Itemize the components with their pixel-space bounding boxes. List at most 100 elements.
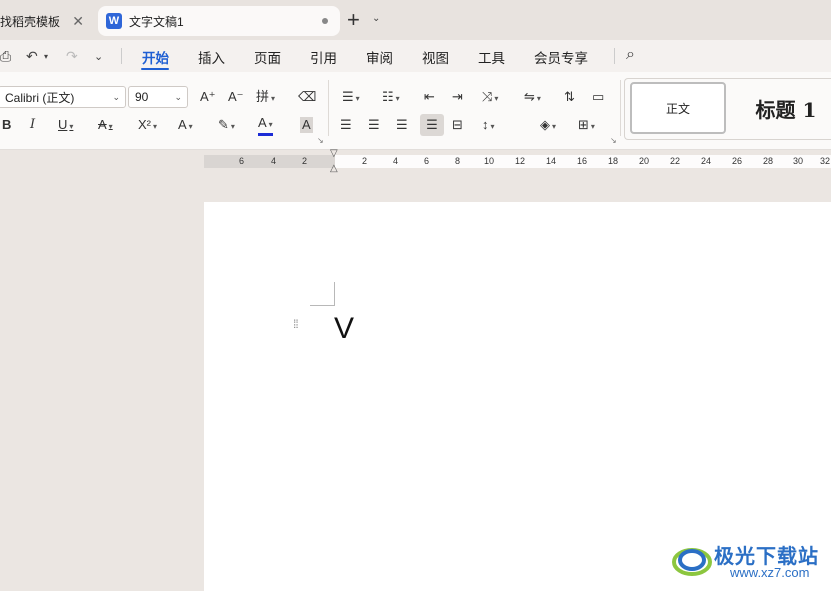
unsaved-dot-icon[interactable]: [322, 18, 328, 24]
ruler-number: 20: [639, 156, 650, 166]
text-effect-button[interactable]: A ▾: [178, 117, 193, 135]
menu-view[interactable]: 视图: [422, 47, 449, 67]
ribbon: Calibri (正文) ⌄ 90 ⌄ A⁺ A⁻ 拼 ▾ ⌫ B I U ▾ A ▾…: [0, 72, 831, 150]
tab-bar: 找稻壳模板 ✕ W 文字文稿1 + ⌄: [0, 0, 831, 40]
ruler-number: 32: [820, 156, 831, 166]
hanging-indent-marker-icon[interactable]: △: [330, 163, 338, 174]
document-text[interactable]: V: [334, 312, 354, 346]
superscript-label: X²: [138, 117, 151, 132]
menu-member[interactable]: 会员专享: [534, 47, 588, 67]
line-spacing-icon[interactable]: ↕ ▾: [482, 117, 495, 135]
highlight-icon[interactable]: ✎ ▾: [218, 117, 235, 135]
menu-bar: ⎙ ↶ ▾ ↷ ⌄ 开始 插入 页面 引用 审阅 视图 工具 会员专享 ⌕: [0, 40, 831, 72]
phonetic-guide-button[interactable]: 拼 ▾: [256, 89, 275, 107]
ruler-number: 6: [239, 156, 245, 166]
strikethrough-button[interactable]: A ▾: [98, 117, 113, 135]
undo-dropdown-icon[interactable]: ▾: [44, 52, 48, 61]
phonetic-label: 拼: [256, 89, 270, 104]
tab-document-label: 文字文稿1: [129, 14, 184, 29]
document-page[interactable]: [204, 202, 831, 591]
horizontal-ruler[interactable]: 6 4 2 2 4 6 8 10 12 14 16 18 20 22 24 26…: [204, 155, 831, 168]
distributed-align-icon[interactable]: ⊟: [452, 117, 463, 133]
margin-corner-mark: [334, 282, 335, 306]
chevron-down-icon[interactable]: ⌄: [174, 92, 182, 103]
italic-button[interactable]: I: [30, 117, 35, 133]
word-icon: W: [106, 13, 122, 29]
show-marks-icon[interactable]: ▭: [592, 89, 604, 105]
increase-indent-icon[interactable]: ⇥: [452, 89, 463, 105]
sort-icon[interactable]: ⇅: [564, 89, 575, 105]
font-name-combo[interactable]: Calibri (正文) ⌄: [0, 86, 126, 108]
ruler-number: 10: [484, 156, 495, 166]
borders-icon[interactable]: ⊞ ▾: [578, 117, 595, 135]
strike-label: A: [98, 117, 107, 132]
shading-bucket-icon[interactable]: ◈ ▾: [540, 117, 556, 135]
menu-separator: [614, 48, 615, 64]
style-normal[interactable]: 正文: [630, 82, 726, 134]
decrease-indent-icon[interactable]: ⇤: [424, 89, 435, 105]
new-tab-plus-icon[interactable]: +: [347, 8, 360, 32]
grow-font-button[interactable]: A⁺: [200, 89, 216, 105]
tab-document[interactable]: W 文字文稿1: [98, 6, 340, 36]
chevron-down-icon[interactable]: ⌄: [112, 92, 120, 103]
chevron-down-icon[interactable]: ⌄: [372, 13, 380, 24]
ruler-number: 2: [302, 156, 308, 166]
close-icon[interactable]: ✕: [72, 13, 84, 30]
ruler-number: 28: [763, 156, 774, 166]
text-effect-label: A: [178, 117, 187, 132]
menu-home[interactable]: 开始: [142, 47, 169, 67]
bullet-list-icon[interactable]: ☰ ▾: [342, 89, 360, 107]
ruler-number: 4: [271, 156, 277, 166]
menu-references[interactable]: 引用: [310, 47, 337, 67]
search-icon[interactable]: ⌕: [626, 46, 635, 64]
align-center-icon[interactable]: ☰: [368, 117, 380, 133]
style-heading1[interactable]: 标题 1: [736, 82, 831, 134]
ruler-number: 8: [455, 156, 461, 166]
chinese-layout-icon[interactable]: ⇋ ▾: [524, 89, 541, 107]
underline-label: U: [58, 117, 68, 132]
watermark-logo-icon: [672, 548, 712, 576]
print-preview-icon[interactable]: ⎙: [0, 48, 11, 65]
menu-page[interactable]: 页面: [254, 47, 281, 67]
font-color-label: A: [258, 115, 267, 130]
menu-insert[interactable]: 插入: [198, 47, 225, 67]
menu-review[interactable]: 审阅: [366, 47, 393, 67]
paragraph-dialog-launcher-icon[interactable]: ↘: [610, 136, 617, 145]
menu-tools[interactable]: 工具: [478, 47, 505, 67]
ruler-margin: [204, 155, 335, 168]
ruler-number: 26: [732, 156, 743, 166]
justify-icon[interactable]: ☰: [420, 114, 444, 136]
watermark-url: www.xz7.com: [730, 565, 810, 580]
undo-icon[interactable]: ↶: [26, 48, 38, 65]
font-size-value: 90: [135, 90, 149, 104]
tab-template-label: 找稻壳模板: [0, 14, 61, 29]
paragraph-drag-handle-icon[interactable]: ⁞⁞: [293, 318, 299, 330]
ruler-number: 14: [546, 156, 557, 166]
ruler-number: 16: [577, 156, 588, 166]
customize-chevron-icon[interactable]: ⌄: [94, 50, 103, 63]
ruler-number: 22: [670, 156, 681, 166]
tab-template[interactable]: 找稻壳模板 ✕: [0, 6, 94, 36]
group-separator: [620, 80, 621, 136]
underline-button[interactable]: U ▾: [58, 117, 73, 135]
font-color-button[interactable]: A ▾: [258, 115, 273, 136]
menu-separator: [121, 48, 122, 64]
shrink-font-button[interactable]: A⁻: [228, 89, 244, 105]
clear-format-eraser-icon[interactable]: ⌫: [298, 89, 316, 105]
redo-icon[interactable]: ↷: [66, 48, 78, 65]
first-line-indent-marker-icon[interactable]: ▽: [330, 148, 338, 159]
margin-corner-mark: [310, 305, 335, 306]
ruler-number: 2: [362, 156, 368, 166]
text-direction-icon[interactable]: ⤨ ▾: [482, 89, 498, 107]
bold-button[interactable]: B: [2, 117, 11, 133]
group-separator: [328, 80, 329, 136]
char-shading-button[interactable]: A: [300, 117, 313, 133]
align-left-icon[interactable]: ☰: [340, 117, 352, 133]
ruler-number: 6: [424, 156, 430, 166]
font-size-combo[interactable]: 90 ⌄: [128, 86, 188, 108]
align-right-icon[interactable]: ☰: [396, 117, 408, 133]
superscript-button[interactable]: X² ▾: [138, 117, 157, 135]
font-dialog-launcher-icon[interactable]: ↘: [317, 136, 324, 145]
numbered-list-icon[interactable]: ☷ ▾: [382, 89, 400, 107]
font-name-value: Calibri (正文): [5, 90, 75, 105]
